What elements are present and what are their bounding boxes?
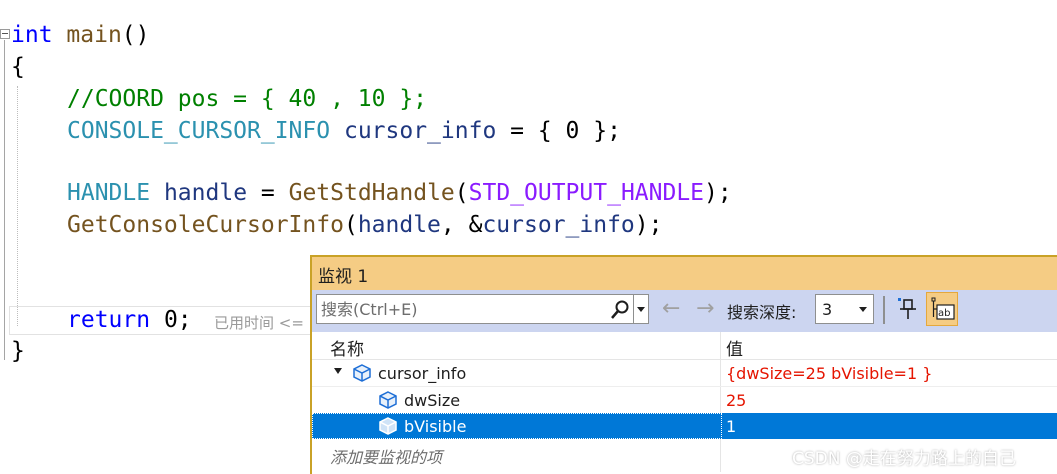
row-name: dwSize <box>404 391 461 410</box>
view-as-text-button[interactable]: ab <box>926 292 958 326</box>
function-name: GetStdHandle <box>288 180 455 206</box>
watch-row-dwsize[interactable]: dwSize 25 <box>312 387 1057 413</box>
watermark: CSDN @走在努力路上的自己 <box>792 449 1016 469</box>
watch-window: 监视 1 ← → 搜索深度: 3 <box>310 255 1057 474</box>
search-depth-select[interactable]: 3 <box>815 294 874 324</box>
open-paren: ( <box>454 180 469 206</box>
assign-op: = <box>247 180 289 206</box>
function-main: main <box>66 22 122 48</box>
code-line-get-cursor[interactable]: GetConsoleCursorInfo(handle, &cursor_inf… <box>67 209 662 241</box>
separator: , & <box>440 212 483 238</box>
type-name: CONSOLE_CURSOR_INFO <box>67 118 331 144</box>
argument-handle: handle <box>357 212 441 238</box>
text-visualizer-icon: ab <box>931 297 955 320</box>
object-icon <box>379 417 397 435</box>
forward-arrow-icon[interactable]: → <box>696 297 714 321</box>
function-name: GetConsoleCursorInfo <box>67 212 344 238</box>
open-paren: ( <box>343 212 358 238</box>
selection-focus-border <box>312 413 722 439</box>
search-depth-value: 3 <box>822 300 833 319</box>
code-line-cursor-info[interactable]: CONSOLE_CURSOR_INFO cursor_info = { 0 }; <box>67 115 621 147</box>
row-name: bVisible <box>404 417 467 436</box>
indent-guide <box>17 86 18 326</box>
expand-triangle-icon[interactable] <box>334 368 342 374</box>
pin-icon[interactable] <box>895 295 921 325</box>
row-name: cursor_info <box>378 364 467 383</box>
column-header-name[interactable]: 名称 <box>330 335 364 360</box>
grid-header: 名称 值 <box>312 332 1057 360</box>
row-value: 25 <box>726 391 747 410</box>
keyword-return: return <box>67 307 151 333</box>
initializer: = { 0 }; <box>496 118 621 144</box>
code-line-return[interactable]: return 0; <box>67 304 192 336</box>
code-line-handle[interactable]: HANDLE handle = GetStdHandle(STD_OUTPUT_… <box>67 177 732 209</box>
variable-name: cursor_info <box>343 118 497 144</box>
watch-row-cursor-info[interactable]: cursor_info {dwSize=25 bVisible=1 } <box>312 360 1057 386</box>
object-icon <box>379 391 397 409</box>
search-depth-label: 搜索深度: <box>727 303 797 322</box>
watch-row-bvisible[interactable]: bVisible 1 <box>312 413 1057 439</box>
watch-title-bar[interactable]: 监视 1 <box>312 257 1057 290</box>
close-paren: ); <box>704 180 732 206</box>
variable-name: handle <box>163 180 248 206</box>
code-line-8[interactable]: } <box>11 335 25 367</box>
column-header-value[interactable]: 值 <box>726 335 743 360</box>
macro-name: STD_OUTPUT_HANDLE <box>468 180 705 206</box>
search-input[interactable] <box>319 297 608 321</box>
search-box[interactable] <box>316 294 649 324</box>
row-value: {dwSize=25 bVisible=1 } <box>726 364 933 383</box>
type-name: HANDLE <box>67 180 151 206</box>
close-paren: ); <box>634 212 663 238</box>
back-arrow-icon[interactable]: ← <box>662 297 680 321</box>
return-value: 0 <box>150 307 178 333</box>
semicolon: ; <box>177 307 192 333</box>
argument-cursor-info: cursor_info <box>482 212 635 238</box>
watch-toolbar: ← → 搜索深度: 3 ab <box>312 290 1057 332</box>
code-line-1[interactable]: int main() <box>11 19 150 51</box>
search-icon[interactable] <box>609 299 631 321</box>
collapse-toggle-icon[interactable] <box>0 29 10 39</box>
elapsed-time-hint: 已用时间 <= <box>214 314 304 332</box>
svg-text:ab: ab <box>938 308 950 319</box>
parens: () <box>121 22 150 48</box>
toolbar-separator <box>883 296 885 324</box>
fold-line <box>4 40 5 360</box>
watch-title: 监视 1 <box>318 267 369 287</box>
row-value: 1 <box>726 417 737 436</box>
search-options-dropdown[interactable] <box>633 295 649 323</box>
object-icon <box>353 364 371 382</box>
code-line-comment[interactable]: //COORD pos = { 40 , 10 }; <box>67 83 427 115</box>
keyword-int: int <box>11 22 53 48</box>
add-watch-placeholder: 添加要监视的项 <box>330 448 443 467</box>
code-line-2[interactable]: { <box>11 51 25 83</box>
